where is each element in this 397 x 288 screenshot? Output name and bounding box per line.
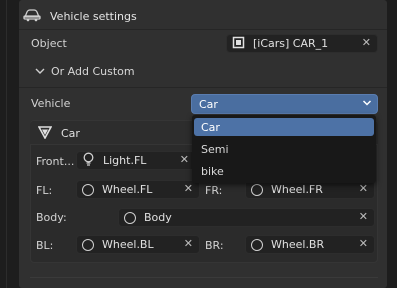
- custom-divider: [19, 87, 387, 88]
- object-box-icon: [232, 36, 245, 52]
- circle-object-icon: [124, 211, 136, 224]
- br-wheel-value: Wheel.BR: [271, 238, 325, 251]
- object-value: [iCars] CAR_1: [253, 37, 329, 50]
- funnel-icon: [37, 126, 53, 142]
- circle-object-icon: [251, 238, 263, 251]
- front-light-field[interactable]: Light.FL ✕: [76, 151, 196, 170]
- car-subpanel-title: Car: [61, 127, 80, 140]
- clear-x-icon[interactable]: ✕: [184, 237, 193, 250]
- panel-header[interactable]: Vehicle settings: [22, 6, 137, 26]
- clear-x-icon[interactable]: ✕: [359, 237, 368, 250]
- fl-label: FL:: [36, 184, 53, 197]
- fr-wheel-value: Wheel.FR: [271, 183, 323, 196]
- clear-x-icon[interactable]: ✕: [359, 210, 368, 223]
- circle-object-icon: [82, 183, 94, 196]
- bl-wheel-value: Wheel.BL: [102, 238, 154, 251]
- fl-wheel-value: Wheel.FL: [102, 183, 153, 196]
- bottom-divider: [30, 277, 378, 278]
- bl-wheel-field[interactable]: Wheel.BL ✕: [76, 235, 200, 254]
- chevron-down-icon: [362, 98, 372, 111]
- panel-title: Vehicle settings: [50, 9, 137, 23]
- vehicle-label: Vehicle: [31, 97, 71, 110]
- br-label: BR:: [205, 239, 224, 252]
- body-label: Body:: [36, 211, 67, 224]
- clear-x-icon[interactable]: ✕: [184, 182, 193, 195]
- right-margin: [387, 0, 397, 288]
- dropdown-option-semi[interactable]: Semi: [192, 140, 376, 158]
- light-bulb-icon: [82, 152, 95, 169]
- body-value: Body: [144, 211, 172, 224]
- body-field[interactable]: Body ✕: [118, 208, 375, 227]
- fr-label: FR:: [205, 184, 223, 197]
- circle-object-icon: [251, 183, 263, 196]
- clear-x-icon[interactable]: ✕: [362, 36, 371, 49]
- clear-x-icon[interactable]: ✕: [359, 182, 368, 195]
- dropdown-option-label: Car: [201, 120, 220, 134]
- object-field[interactable]: [iCars] CAR_1 ✕: [226, 34, 378, 53]
- left-gutter: [0, 0, 19, 288]
- clear-x-icon[interactable]: ✕: [180, 153, 189, 166]
- custom-section-toggle[interactable]: Or Add Custom: [35, 65, 135, 78]
- front-light-value: Light.FL: [103, 154, 147, 167]
- dropdown-option-label: bike: [201, 164, 224, 178]
- custom-section-label: Or Add Custom: [51, 65, 135, 78]
- br-wheel-field[interactable]: Wheel.BR ✕: [245, 235, 375, 254]
- vehicle-dropdown-menu: Car Semi bike: [192, 115, 376, 183]
- fl-wheel-field[interactable]: Wheel.FL ✕: [76, 180, 200, 199]
- bl-label: BL:: [36, 239, 54, 252]
- dropdown-option-car[interactable]: Car: [194, 118, 374, 136]
- vehicle-select[interactable]: Car: [191, 94, 378, 114]
- front-label: Front...: [36, 155, 75, 168]
- vehicle-select-value: Car: [199, 97, 218, 111]
- chevron-down-icon: [35, 65, 45, 78]
- object-label: Object: [31, 37, 67, 50]
- dropdown-option-bike[interactable]: bike: [192, 162, 376, 180]
- car-icon: [22, 8, 42, 25]
- dropdown-option-label: Semi: [201, 142, 229, 156]
- circle-object-icon: [82, 238, 94, 251]
- header-divider: [19, 29, 387, 30]
